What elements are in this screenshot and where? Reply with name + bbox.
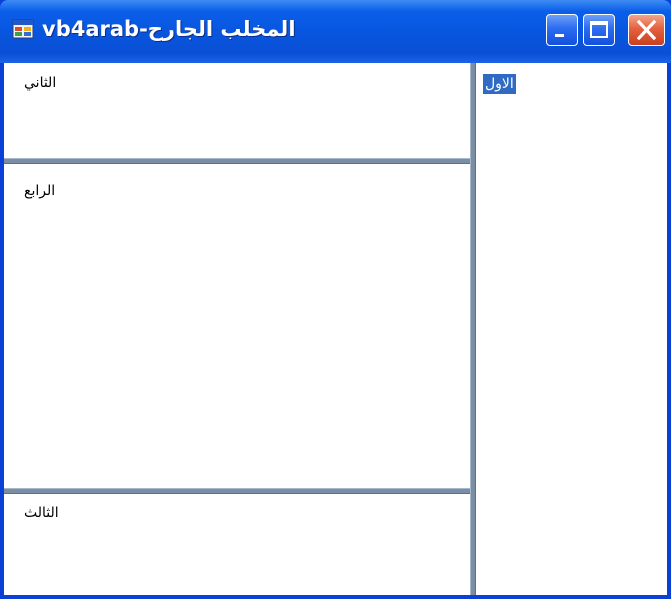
window-title: vb4arab-المخلب الجارح [42,17,296,41]
maximize-icon [590,21,608,38]
label-third: الثالث [24,505,59,521]
close-button[interactable] [628,14,665,46]
app-window: vb4arab-المخلب الجارح الثاني الرابع الثا… [0,0,671,599]
minimize-icon [555,34,564,37]
panel-fourth[interactable]: الرابع [4,164,470,488]
label-second: الثاني [24,75,57,91]
title-bar[interactable]: vb4arab-المخلب الجارح [0,0,671,63]
app-form-icon[interactable] [12,18,34,40]
label-fourth: الرابع [24,183,56,199]
maximize-button[interactable] [583,14,615,46]
panel-first[interactable]: الاول [476,63,667,595]
client-area: الثاني الرابع الثالث الاول [4,63,667,595]
minimize-button[interactable] [546,14,578,46]
panel-third[interactable]: الثالث [4,494,470,595]
label-first: الاول [483,74,516,94]
panel-second[interactable]: الثاني [4,63,470,158]
close-icon [636,19,657,41]
